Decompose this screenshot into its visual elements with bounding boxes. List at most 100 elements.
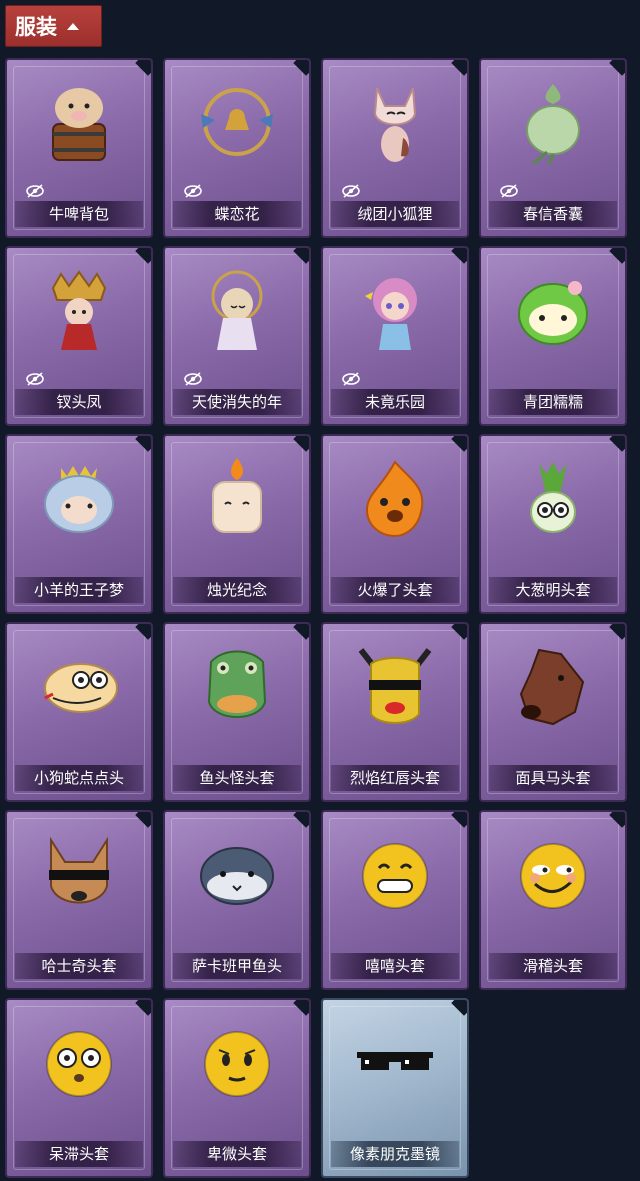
cow-beer-backpack-icon <box>35 78 123 166</box>
hidden-eye-icon <box>26 372 44 386</box>
fish-monster-head-icon <box>193 642 281 730</box>
fire-head-icon <box>351 454 439 542</box>
hidden-eye-icon <box>26 184 44 198</box>
red-lips-mask-icon <box>351 642 439 730</box>
costume-item-name: 蝶恋花 <box>173 201 301 227</box>
costume-item-card[interactable]: 春信香囊 <box>479 58 627 238</box>
costume-item-card[interactable]: 面具马头套 <box>479 622 627 802</box>
costume-item-card[interactable]: 大葱明头套 <box>479 434 627 614</box>
card-corner-notch <box>451 624 467 640</box>
costume-item-name: 天使消失的年 <box>173 389 301 415</box>
costume-item-card[interactable]: 青团糯糯 <box>479 246 627 426</box>
costume-item-card[interactable]: 小羊的王子梦 <box>5 434 153 614</box>
costume-item-card[interactable]: 呆滞头套 <box>5 998 153 1178</box>
costume-item-card[interactable]: 绒团小狐狸 <box>321 58 469 238</box>
card-corner-notch <box>135 812 151 828</box>
costume-item-card[interactable]: 烈焰红唇头套 <box>321 622 469 802</box>
costume-item-name: 大葱明头套 <box>489 577 617 603</box>
hidden-eye-icon <box>184 184 202 198</box>
costume-item-name: 滑稽头套 <box>489 953 617 979</box>
costume-item-card[interactable]: 小狗蛇点点头 <box>5 622 153 802</box>
hidden-eye-icon <box>184 372 202 386</box>
card-corner-notch <box>293 60 309 76</box>
card-corner-notch <box>293 624 309 640</box>
card-corner-notch <box>451 812 467 828</box>
green-rice-ball-icon <box>509 266 597 354</box>
card-corner-notch <box>451 60 467 76</box>
costume-item-card[interactable]: 像素朋克墨镜 <box>321 998 469 1178</box>
scallion-head-icon <box>509 454 597 542</box>
grin-emoji-head-icon <box>351 830 439 918</box>
card-corner-notch <box>135 1000 151 1016</box>
card-corner-notch <box>135 624 151 640</box>
humble-emoji-head-icon <box>193 1018 281 1106</box>
funny-emoji-head-icon <box>509 830 597 918</box>
costume-item-card[interactable]: 嘻嘻头套 <box>321 810 469 990</box>
hidden-eye-icon <box>500 184 518 198</box>
angel-doll-icon <box>193 266 281 354</box>
card-corner-notch <box>135 248 151 264</box>
costume-item-name: 烈焰红唇头套 <box>331 765 459 791</box>
paradise-doll-icon <box>351 266 439 354</box>
card-corner-notch <box>451 248 467 264</box>
phoenix-crown-doll-icon <box>35 266 123 354</box>
costume-item-name: 青团糯糯 <box>489 389 617 415</box>
card-corner-notch <box>135 60 151 76</box>
costume-item-name: 呆滞头套 <box>15 1141 143 1167</box>
costume-item-card[interactable]: 未竟乐园 <box>321 246 469 426</box>
costume-item-name: 面具马头套 <box>489 765 617 791</box>
costume-category-toggle[interactable]: 服装 <box>5 5 102 47</box>
costume-item-name: 牛啤背包 <box>15 201 143 227</box>
card-corner-notch <box>451 1000 467 1016</box>
card-corner-notch <box>135 436 151 452</box>
dazed-emoji-head-icon <box>35 1018 123 1106</box>
costume-item-name: 小羊的王子梦 <box>15 577 143 603</box>
costume-item-name: 钗头凤 <box>15 389 143 415</box>
costume-item-card[interactable]: 天使消失的年 <box>163 246 311 426</box>
chevron-up-icon <box>67 22 79 30</box>
costume-item-card[interactable]: 烛光纪念 <box>163 434 311 614</box>
card-corner-notch <box>609 624 625 640</box>
husky-head-icon <box>35 830 123 918</box>
costume-item-card[interactable]: 火爆了头套 <box>321 434 469 614</box>
sheep-prince-icon <box>35 454 123 542</box>
sachet-icon <box>509 78 597 166</box>
fox-icon <box>351 78 439 166</box>
costume-item-name: 春信香囊 <box>489 201 617 227</box>
card-corner-notch <box>451 436 467 452</box>
costume-item-name: 像素朋克墨镜 <box>331 1141 459 1167</box>
costume-item-name: 哈士奇头套 <box>15 953 143 979</box>
costume-item-name: 火爆了头套 <box>331 577 459 603</box>
snake-head-icon <box>35 642 123 730</box>
costume-item-card[interactable]: 牛啤背包 <box>5 58 153 238</box>
costume-item-card[interactable]: 萨卡班甲鱼头 <box>163 810 311 990</box>
sacabambaspis-head-icon <box>193 830 281 918</box>
hidden-eye-icon <box>342 372 360 386</box>
category-title: 服装 <box>15 15 57 39</box>
costume-item-card[interactable]: 哈士奇头套 <box>5 810 153 990</box>
horse-mask-icon <box>509 642 597 730</box>
costume-item-card[interactable]: 鱼头怪头套 <box>163 622 311 802</box>
card-corner-notch <box>609 812 625 828</box>
card-corner-notch <box>609 436 625 452</box>
hidden-eye-icon <box>342 184 360 198</box>
costume-item-name: 未竟乐园 <box>331 389 459 415</box>
butterfly-bell-icon <box>193 78 281 166</box>
costume-item-name: 鱼头怪头套 <box>173 765 301 791</box>
costume-item-name: 萨卡班甲鱼头 <box>173 953 301 979</box>
card-corner-notch <box>609 60 625 76</box>
costume-item-card[interactable]: 滑稽头套 <box>479 810 627 990</box>
costume-item-name: 卑微头套 <box>173 1141 301 1167</box>
costume-item-card[interactable]: 蝶恋花 <box>163 58 311 238</box>
costume-item-card[interactable]: 钗头凤 <box>5 246 153 426</box>
costume-item-name: 嘻嘻头套 <box>331 953 459 979</box>
costume-item-name: 绒团小狐狸 <box>331 201 459 227</box>
costume-item-name: 小狗蛇点点头 <box>15 765 143 791</box>
costume-item-card[interactable]: 卑微头套 <box>163 998 311 1178</box>
card-corner-notch <box>293 1000 309 1016</box>
costume-grid: 牛啤背包 蝶恋花 绒团小狐狸 春信香囊钗头凤 天使消失的年 未竟乐园 青团糯糯小羊的王子梦 烛… <box>5 58 627 1178</box>
card-corner-notch <box>293 248 309 264</box>
card-corner-notch <box>293 812 309 828</box>
pixel-sunglasses-icon <box>351 1018 439 1106</box>
candle-icon <box>193 454 281 542</box>
